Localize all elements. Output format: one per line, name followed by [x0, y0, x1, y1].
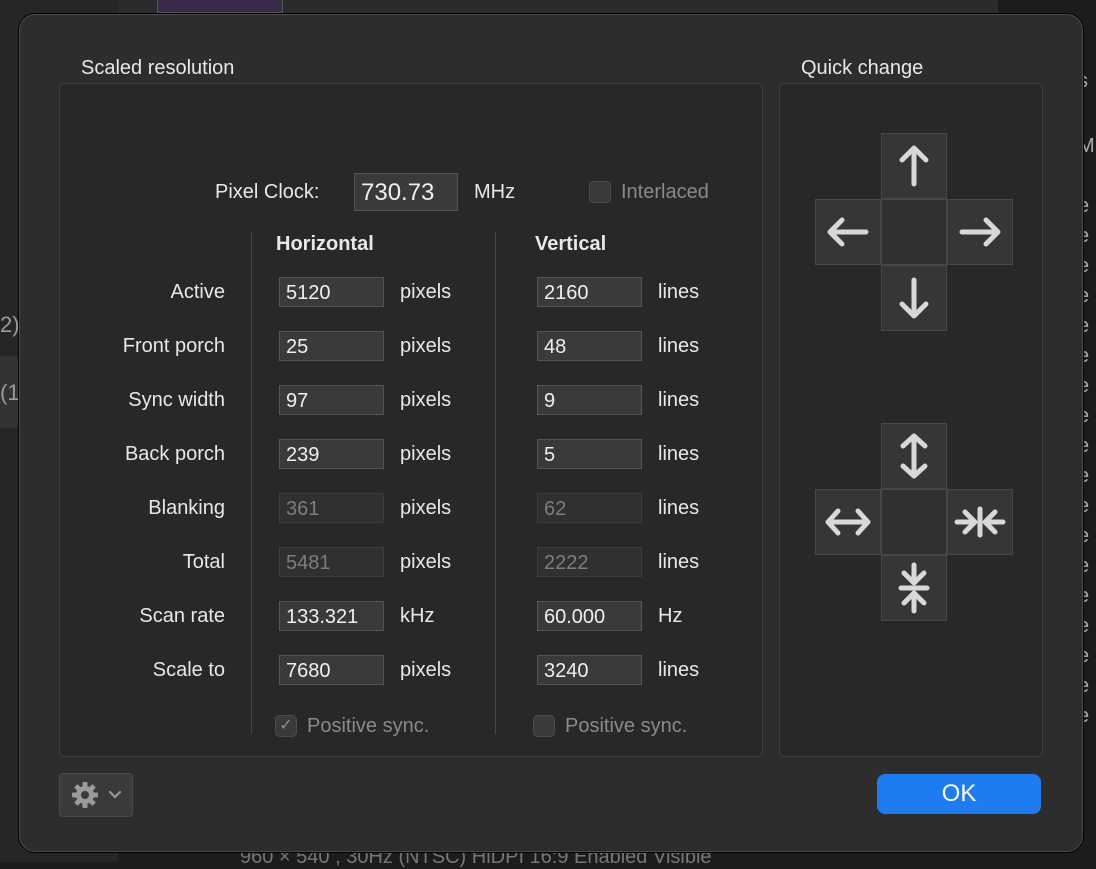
shrink-horizontal-button[interactable]: [947, 489, 1013, 555]
ok-button[interactable]: OK: [877, 774, 1041, 814]
horizontal-value-input[interactable]: 239: [279, 439, 384, 469]
shrink-horizontal-icon: [954, 506, 1006, 538]
expand-horizontal-icon: [825, 508, 871, 536]
gear-icon: [72, 782, 98, 808]
horizontal-unit: pixels: [400, 497, 452, 519]
vertical-unit: lines: [658, 281, 700, 303]
custom-resolution-dialog: Scaled resolution Quick change Pixel Clo…: [19, 14, 1083, 852]
horizontal-value-input[interactable]: 97: [279, 385, 384, 415]
row-label: Sync width: [128, 389, 225, 411]
expand-horizontal-button[interactable]: [815, 489, 881, 555]
move-up-button[interactable]: [881, 133, 947, 199]
move-center-tile: [881, 199, 947, 265]
vertical-unit: Hz: [658, 605, 683, 627]
quick-change-panel: [779, 83, 1043, 757]
vertical-unit: lines: [658, 443, 700, 465]
pixel-clock-label: Pixel Clock:: [215, 181, 320, 203]
horizontal-value-input[interactable]: 133.321: [279, 601, 384, 631]
vertical-value-input: 2222: [537, 547, 642, 577]
vertical-unit: lines: [658, 551, 700, 573]
vertical-unit: lines: [658, 335, 700, 357]
scaled-resolution-panel: Pixel Clock: 730.73 MHz Interlaced Horiz…: [59, 83, 763, 757]
chevron-down-icon: [108, 790, 122, 799]
column-divider: [495, 232, 496, 734]
interlaced-label: Interlaced: [621, 181, 709, 203]
horizontal-unit: pixels: [400, 281, 452, 303]
horizontal-value-input[interactable]: 5120: [279, 277, 384, 307]
row-label: Total: [182, 551, 225, 573]
shrink-vertical-button[interactable]: [881, 555, 947, 621]
checkmark-icon: ✓: [279, 717, 293, 734]
horizontal-value-input: 361: [279, 493, 384, 523]
v-positive-sync-checkbox[interactable]: [533, 715, 555, 737]
vertical-value-input: 62: [537, 493, 642, 523]
row-label: Scale to: [152, 659, 225, 681]
vertical-unit: lines: [658, 659, 700, 681]
vertical-unit: lines: [658, 389, 700, 411]
vertical-value-input[interactable]: 9: [537, 385, 642, 415]
vertical-value-input[interactable]: 2160: [537, 277, 642, 307]
vertical-header: Vertical: [535, 233, 607, 255]
horizontal-unit: pixels: [400, 659, 452, 681]
settings-menu-button[interactable]: [59, 773, 133, 817]
horizontal-unit: pixels: [400, 335, 452, 357]
arrow-right-icon: [959, 217, 1001, 247]
expand-vertical-icon: [900, 433, 928, 479]
row-label: Active: [170, 281, 225, 303]
move-left-button[interactable]: [815, 199, 881, 265]
v-positive-sync-label: Positive sync.: [565, 715, 688, 737]
vertical-value-input[interactable]: 5: [537, 439, 642, 469]
row-label: Back porch: [124, 443, 225, 465]
horizontal-unit: pixels: [400, 551, 452, 573]
horizontal-unit: pixels: [400, 443, 452, 465]
arrow-left-icon: [827, 217, 869, 247]
pixel-clock-input[interactable]: 730.73: [354, 173, 458, 211]
row-label: Front porch: [122, 335, 225, 357]
horizontal-value-input[interactable]: 25: [279, 331, 384, 361]
horizontal-value-input[interactable]: 7680: [279, 655, 384, 685]
vertical-value-input[interactable]: 60.000: [537, 601, 642, 631]
background-thumbnail: [157, 0, 283, 13]
interlaced-checkbox[interactable]: [589, 181, 611, 203]
quick-change-title: Quick change: [801, 57, 924, 79]
arrow-up-icon: [899, 145, 929, 187]
background-text: 2): [0, 312, 20, 337]
h-positive-sync-label: Positive sync.: [307, 715, 430, 737]
vertical-unit: lines: [658, 497, 700, 519]
pixel-clock-unit: MHz: [474, 181, 516, 203]
horizontal-unit: kHz: [400, 605, 435, 627]
horizontal-unit: pixels: [400, 389, 452, 411]
move-right-button[interactable]: [947, 199, 1013, 265]
row-label: Blanking: [148, 497, 225, 519]
row-label: Scan rate: [139, 605, 225, 627]
horizontal-value-input: 5481: [279, 547, 384, 577]
vertical-value-input[interactable]: 48: [537, 331, 642, 361]
size-center-tile: [881, 489, 947, 555]
vertical-value-input[interactable]: 3240: [537, 655, 642, 685]
scaled-resolution-title: Scaled resolution: [81, 57, 235, 79]
move-down-button[interactable]: [881, 265, 947, 331]
expand-vertical-button[interactable]: [881, 423, 947, 489]
horizontal-header: Horizontal: [276, 233, 374, 255]
arrow-down-icon: [899, 277, 929, 319]
background-text: (1: [0, 380, 20, 405]
column-divider: [251, 232, 252, 734]
shrink-vertical-icon: [898, 562, 930, 614]
h-positive-sync-checkbox[interactable]: ✓: [275, 715, 297, 737]
